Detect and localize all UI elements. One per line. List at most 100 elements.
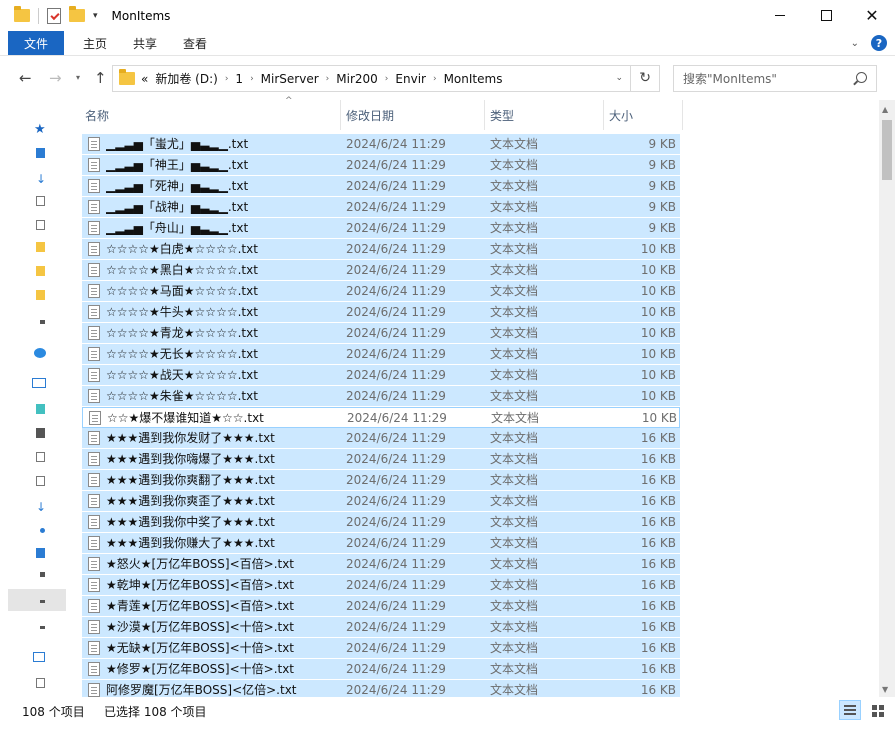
chevron-right-icon[interactable]: ›	[385, 74, 389, 84]
music-icon[interactable]	[40, 528, 45, 533]
drive-icon[interactable]	[40, 600, 45, 603]
drive-icon[interactable]	[40, 626, 45, 629]
column-header-date[interactable]: 修改日期	[341, 100, 484, 130]
file-row[interactable]: ☆☆☆☆★朱雀★☆☆☆☆.txt 2024/6/24 11:29 文本文档 10 KB	[82, 386, 680, 407]
vertical-scrollbar[interactable]: ▲ ▼	[879, 100, 895, 697]
chevron-right-icon[interactable]: ›	[326, 74, 330, 84]
video-icon[interactable]	[36, 428, 45, 438]
document-icon[interactable]	[36, 476, 45, 486]
up-arrow-icon[interactable]: ↑	[94, 69, 107, 87]
download-icon[interactable]: ↓	[36, 172, 46, 186]
3d-objects-icon[interactable]	[36, 404, 45, 414]
quick-access-star-icon[interactable]: ★	[34, 122, 46, 137]
scroll-down-icon[interactable]: ▼	[882, 685, 888, 694]
breadcrumb-monitems[interactable]: MonItems	[444, 72, 503, 86]
onedrive-cloud-icon[interactable]	[34, 348, 46, 358]
file-row[interactable]: ★★★遇到我你爽歪了★★★.txt 2024/6/24 11:29 文本文档 16 K…	[82, 491, 680, 512]
file-row[interactable]: ☆☆☆☆★马面★☆☆☆☆.txt 2024/6/24 11:29 文本文档 10 KB	[82, 281, 680, 302]
file-size: 10 KB	[640, 347, 676, 361]
file-row[interactable]: ★★★遇到我你发财了★★★.txt 2024/6/24 11:29 文本文档 16 K…	[82, 428, 680, 449]
tab-view[interactable]: 查看	[170, 31, 220, 55]
network-icon[interactable]	[33, 652, 45, 662]
file-row[interactable]: ★★★遇到我你嗨爆了★★★.txt 2024/6/24 11:29 文本文档 16 K…	[82, 449, 680, 470]
new-folder-icon[interactable]	[69, 6, 85, 22]
customize-toolbar-chevron-icon[interactable]: ▾	[93, 11, 98, 21]
large-icons-view-button[interactable]	[866, 700, 888, 720]
file-row[interactable]: ☆☆★爆不爆谁知道★☆☆.txt 2024/6/24 11:29 文本文档 10 KB	[82, 407, 680, 428]
breadcrumb-overflow[interactable]: «	[141, 72, 148, 86]
recent-locations-chevron-icon[interactable]: ▾	[76, 73, 80, 82]
desktop-icon[interactable]	[36, 548, 45, 558]
breadcrumb-envir[interactable]: Envir	[395, 72, 426, 86]
column-header-name[interactable]: 名称	[80, 100, 340, 130]
minimize-button[interactable]	[757, 0, 803, 31]
breadcrumb-mir200[interactable]: Mir200	[336, 72, 378, 86]
file-row[interactable]: ▁▂▃▅「死神」▅▃▂▁.txt 2024/6/24 11:29 文本文档 9 KB	[82, 176, 680, 197]
file-row[interactable]: ☆☆☆☆★黑白★☆☆☆☆.txt 2024/6/24 11:29 文本文档 10 KB	[82, 260, 680, 281]
file-row[interactable]: 阿修罗魔[万亿年BOSS]<亿倍>.txt 2024/6/24 11:29 文本文档…	[82, 680, 680, 697]
tab-share[interactable]: 共享	[120, 31, 170, 55]
tab-file[interactable]: 文件	[8, 31, 64, 55]
chevron-right-icon[interactable]: ›	[433, 74, 437, 84]
drive-icon[interactable]	[36, 678, 45, 688]
file-row[interactable]: ★乾坤★[万亿年BOSS]<百倍>.txt 2024/6/24 11:29 文本文档…	[82, 575, 680, 596]
file-row[interactable]: ★修罗★[万亿年BOSS]<十倍>.txt 2024/6/24 11:29 文本文档…	[82, 659, 680, 680]
address-history-chevron-icon[interactable]: ⌄	[615, 73, 623, 83]
chevron-right-icon[interactable]: ›	[225, 74, 229, 84]
maximize-button[interactable]	[803, 0, 849, 31]
folder-icon[interactable]	[14, 6, 30, 22]
file-row[interactable]: ★青莲★[万亿年BOSS]<百倍>.txt 2024/6/24 11:29 文本文档…	[82, 596, 680, 617]
search-input[interactable]: 搜索"MonItems"	[673, 65, 877, 92]
column-header-type[interactable]: 类型	[485, 100, 603, 130]
forward-arrow-icon[interactable]: →	[49, 69, 62, 87]
column-divider[interactable]	[682, 100, 683, 130]
breadcrumb-1[interactable]: 1	[235, 72, 243, 86]
file-row[interactable]: ▁▂▃▅「舟山」▅▃▂▁.txt 2024/6/24 11:29 文本文档 9 KB	[82, 218, 680, 239]
folder-icon[interactable]	[36, 290, 45, 300]
scrollbar-thumb[interactable]	[882, 120, 892, 180]
file-row[interactable]: ★无缺★[万亿年BOSS]<十倍>.txt 2024/6/24 11:29 文本文档…	[82, 638, 680, 659]
file-row[interactable]: ☆☆☆☆★无长★☆☆☆☆.txt 2024/6/24 11:29 文本文档 10 KB	[82, 344, 680, 365]
file-row[interactable]: ▁▂▃▅「战神」▅▃▂▁.txt 2024/6/24 11:29 文本文档 9 KB	[82, 197, 680, 218]
desktop-icon[interactable]	[36, 148, 45, 158]
file-row[interactable]: ☆☆☆☆★牛头★☆☆☆☆.txt 2024/6/24 11:29 文本文档 10 KB	[82, 302, 680, 323]
help-icon[interactable]: ?	[871, 35, 887, 51]
details-view-button[interactable]	[839, 700, 861, 720]
selected-nav-item[interactable]	[8, 589, 66, 611]
file-row[interactable]: ★★★遇到我你爽翻了★★★.txt 2024/6/24 11:29 文本文档 16 K…	[82, 470, 680, 491]
folder-icon[interactable]	[36, 266, 45, 276]
address-bar[interactable]: « 新加卷 (D:) › 1 › MirServer › Mir200 › En…	[112, 65, 660, 92]
file-row[interactable]: ▁▂▃▅「神王」▅▃▂▁.txt 2024/6/24 11:29 文本文档 9 KB	[82, 155, 680, 176]
text-file-icon	[88, 620, 100, 634]
refresh-icon[interactable]: ↻	[639, 70, 651, 86]
file-row[interactable]: ★怒火★[万亿年BOSS]<百倍>.txt 2024/6/24 11:29 文本文档…	[82, 554, 680, 575]
breadcrumb-drive[interactable]: 新加卷 (D:)	[155, 70, 217, 87]
file-row[interactable]: ☆☆☆☆★白虎★☆☆☆☆.txt 2024/6/24 11:29 文本文档 10 KB	[82, 239, 680, 260]
document-icon[interactable]	[36, 196, 45, 206]
file-row[interactable]: ★★★遇到我你中奖了★★★.txt 2024/6/24 11:29 文本文档 16 K…	[82, 512, 680, 533]
this-pc-icon[interactable]	[32, 378, 46, 388]
scroll-up-icon[interactable]: ▲	[882, 105, 888, 114]
breadcrumb-mirserver[interactable]: MirServer	[261, 72, 319, 86]
download-icon[interactable]: ↓	[36, 500, 46, 514]
file-row[interactable]: ★★★遇到我你赚大了★★★.txt 2024/6/24 11:29 文本文档 16 K…	[82, 533, 680, 554]
column-header-size[interactable]: 大小	[604, 100, 682, 130]
picture-icon[interactable]	[36, 220, 45, 230]
properties-icon[interactable]	[47, 7, 61, 24]
picture-icon[interactable]	[36, 452, 45, 462]
file-row[interactable]: ★沙漠★[万亿年BOSS]<十倍>.txt 2024/6/24 11:29 文本文档…	[82, 617, 680, 638]
file-row[interactable]: ▁▂▃▅「蚩尤」▅▃▂▁.txt 2024/6/24 11:29 文本文档 9 KB	[82, 134, 680, 155]
drive-icon[interactable]	[40, 320, 45, 324]
close-button[interactable]: ✕	[849, 0, 895, 31]
quick-access-toolbar: ▾	[14, 0, 98, 31]
search-icon[interactable]	[856, 72, 867, 83]
back-arrow-icon[interactable]: ←	[19, 69, 32, 87]
text-file-icon	[88, 452, 100, 466]
file-row[interactable]: ☆☆☆☆★青龙★☆☆☆☆.txt 2024/6/24 11:29 文本文档 10 KB	[82, 323, 680, 344]
file-row[interactable]: ☆☆☆☆★战天★☆☆☆☆.txt 2024/6/24 11:29 文本文档 10 KB	[82, 365, 680, 386]
tab-home[interactable]: 主页	[70, 31, 120, 55]
drive-icon[interactable]	[40, 572, 45, 577]
expand-ribbon-chevron-icon[interactable]: ⌄	[851, 38, 859, 49]
folder-icon[interactable]	[36, 242, 45, 252]
chevron-right-icon[interactable]: ›	[250, 74, 254, 84]
